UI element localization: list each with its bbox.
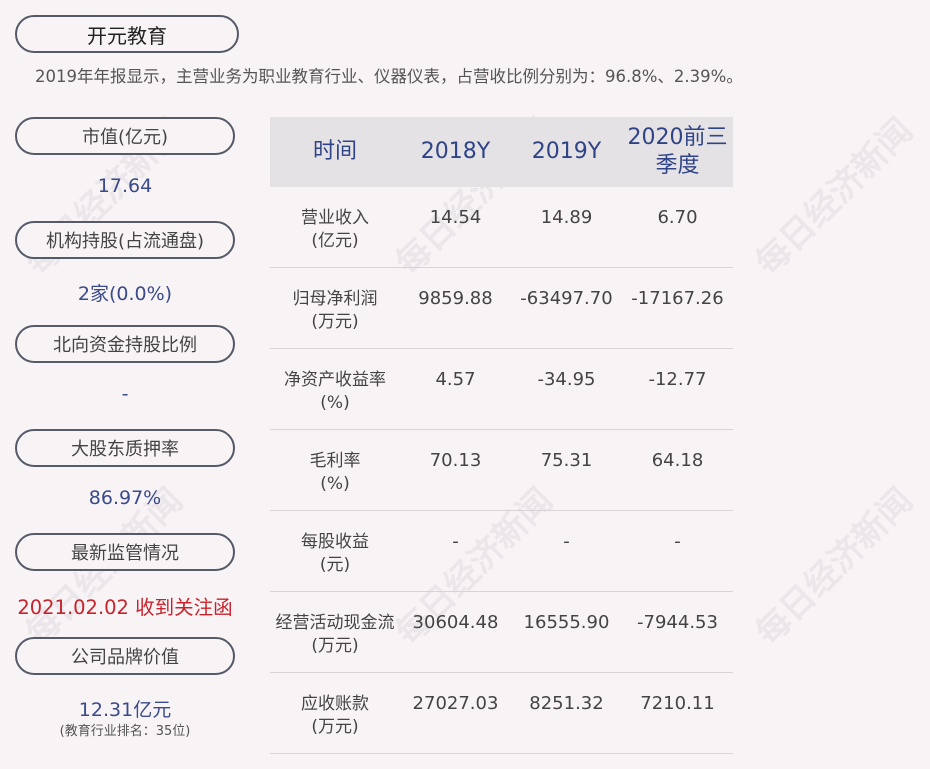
row-label: 毛利率 (%) <box>270 450 400 496</box>
table-cell: -12.77 <box>648 369 707 390</box>
watermark-logo: 每日经济新闻 <box>748 480 921 654</box>
row-unit: (亿元) <box>311 231 359 251</box>
row-unit: (万元) <box>311 717 359 737</box>
table-cell: - <box>563 531 570 552</box>
table-row: 每股收益 (元) - - - <box>270 511 733 592</box>
table-cell: -63497.70 <box>520 288 613 309</box>
row-name: 应收账款 <box>301 694 369 714</box>
header-2019: 2019Y <box>531 139 602 164</box>
table-cell: 4.57 <box>435 369 476 390</box>
table-row: 毛利率 (%) 70.13 75.31 64.18 <box>270 430 733 511</box>
row-unit: (万元) <box>311 312 359 332</box>
table-cell: 16555.90 <box>523 612 610 633</box>
row-name: 经营活动现金流 <box>275 613 395 633</box>
table-cell: 9859.88 <box>418 288 493 309</box>
row-label: 每股收益 (元) <box>270 531 400 577</box>
table-row: 经营活动现金流 (万元) 30604.48 16555.90 -7944.53 <box>270 592 733 673</box>
table-cell: -17167.26 <box>631 288 724 309</box>
row-label: 应收账款 (万元) <box>270 693 400 739</box>
company-title: 开元教育 <box>15 15 239 53</box>
header-time: 时间 <box>312 139 357 164</box>
northbound-holding-label: 北向资金持股比例 <box>15 325 235 363</box>
table-cell: 8251.32 <box>529 693 604 714</box>
table-cell: 64.18 <box>651 450 704 471</box>
table-cell: 14.89 <box>540 207 593 228</box>
row-name: 归母净利润 <box>292 289 378 309</box>
table-cell: 7210.11 <box>640 693 715 714</box>
row-unit: (%) <box>320 393 350 413</box>
table-cell: -34.95 <box>537 369 596 390</box>
table-cell: - <box>674 531 681 552</box>
table-row: 净资产收益率 (%) 4.57 -34.95 -12.77 <box>270 349 733 430</box>
row-unit: (万元) <box>311 636 359 656</box>
header-2018: 2018Y <box>420 139 491 164</box>
brand-value-value: 12.31亿元 <box>78 699 172 721</box>
row-label: 营业收入 (亿元) <box>270 207 400 253</box>
institutional-holding-label: 机构持股(占流通盘) <box>15 221 235 259</box>
brand-value-label: 公司品牌价值 <box>15 637 235 675</box>
table-cell: 30604.48 <box>412 612 499 633</box>
header-2020q3: 2020前三季度 <box>627 125 728 178</box>
market-cap-label: 市值(亿元) <box>15 117 235 155</box>
table-cell: 6.70 <box>657 207 698 228</box>
row-unit: (%) <box>320 474 350 494</box>
table-cell: 14.54 <box>429 207 482 228</box>
row-label: 经营活动现金流 (万元) <box>270 612 400 658</box>
table-cell: 70.13 <box>429 450 482 471</box>
table-row: 营业收入 (亿元) 14.54 14.89 6.70 <box>270 187 733 268</box>
table-row: 应收账款 (万元) 27027.03 8251.32 7210.11 <box>270 673 733 754</box>
table-row: 归母净利润 (万元) 9859.88 -63497.70 -17167.26 <box>270 268 733 349</box>
brand-rank-note: (教育行业排名：35位) <box>59 724 191 739</box>
table-cell: 75.31 <box>540 450 593 471</box>
row-name: 毛利率 <box>309 451 361 471</box>
row-label: 净资产收益率 (%) <box>270 369 400 415</box>
row-name: 每股收益 <box>301 532 369 552</box>
business-summary: 2019年年报显示，主营业务为职业教育行业、仪器仪表，占营收比例分别为：96.8… <box>35 67 743 86</box>
institutional-holding-value: 2家(0.0%) <box>77 283 173 305</box>
watermark-logo: 每日经济新闻 <box>748 110 921 284</box>
row-name: 营业收入 <box>301 208 369 228</box>
table-header: 时间 2018Y 2019Y 2020前三季度 <box>270 117 733 187</box>
table-cell: 27027.03 <box>412 693 499 714</box>
market-cap-value: 17.64 <box>97 175 153 197</box>
table-cell: -7944.53 <box>637 612 718 633</box>
regulation-value: 2021.02.02 收到关注函 <box>17 596 233 619</box>
table-cell: - <box>452 531 459 552</box>
pledge-rate-label: 大股东质押率 <box>15 429 235 467</box>
pledge-rate-value: 86.97% <box>88 487 162 509</box>
row-unit: (元) <box>319 555 351 575</box>
regulation-label: 最新监管情况 <box>15 533 235 571</box>
row-label: 归母净利润 (万元) <box>270 288 400 334</box>
northbound-holding-value: - <box>121 383 129 405</box>
row-name: 净资产收益率 <box>284 370 386 390</box>
